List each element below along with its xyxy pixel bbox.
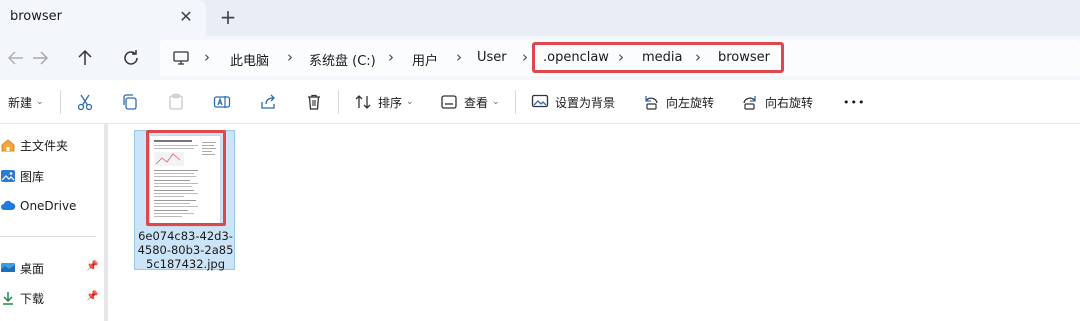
breadcrumb-separator[interactable]: › bbox=[522, 48, 528, 66]
sort-button[interactable]: 排序 ⌄ bbox=[354, 90, 414, 114]
command-bar: 新建 ⌄ 排序 ⌄ 查看 ⌄ 设置为背景 向左旋转 向右旋转 ••• bbox=[0, 80, 1080, 124]
cut-button[interactable] bbox=[76, 90, 94, 114]
sidebar-item-label: 桌面 bbox=[20, 261, 45, 276]
sort-icon bbox=[355, 95, 371, 109]
cloud-icon bbox=[1, 200, 16, 210]
rotate-right-label: 向右旋转 bbox=[765, 95, 814, 110]
rotate-right-button[interactable]: 向右旋转 bbox=[741, 90, 813, 114]
new-label: 新建 bbox=[8, 95, 33, 110]
delete-button[interactable] bbox=[305, 90, 323, 114]
sort-label: 排序 bbox=[378, 95, 403, 110]
sidebar-item-onedrive[interactable]: OneDrive bbox=[0, 195, 76, 217]
view-icon bbox=[441, 95, 457, 109]
rename-icon bbox=[213, 96, 231, 108]
toolbar-divider bbox=[515, 90, 516, 114]
view-button[interactable]: 查看 ⌄ bbox=[440, 90, 500, 114]
rename-button[interactable] bbox=[213, 90, 231, 114]
chevron-down-icon: ⌄ bbox=[36, 97, 44, 107]
breadcrumb-separator[interactable]: › bbox=[388, 48, 394, 66]
sidebar-item-gallery[interactable]: 图库 bbox=[0, 165, 44, 187]
sidebar-item-label: OneDrive bbox=[20, 199, 77, 213]
share-icon bbox=[261, 94, 275, 109]
share-button[interactable] bbox=[259, 90, 277, 114]
arrow-up-icon bbox=[78, 49, 92, 65]
copy-button[interactable] bbox=[121, 90, 139, 114]
navigation-pane: 主文件夹 图库 OneDrive 桌面 📌 下载 📌 bbox=[0, 124, 108, 321]
sidebar-item-home[interactable]: 主文件夹 bbox=[0, 134, 68, 156]
forward-button[interactable] bbox=[28, 46, 52, 70]
up-button[interactable] bbox=[73, 46, 97, 70]
new-button[interactable]: 新建 ⌄ bbox=[8, 90, 44, 114]
more-icon: ••• bbox=[843, 95, 866, 109]
set-background-button[interactable]: 设置为背景 bbox=[531, 90, 615, 114]
arrow-right-icon bbox=[33, 51, 49, 65]
breadcrumb-separator[interactable]: › bbox=[204, 48, 210, 66]
breadcrumb-system-drive[interactable]: 系统盘 (C:) bbox=[309, 50, 376, 69]
new-tab-button[interactable]: + bbox=[218, 5, 238, 29]
toolbar-divider bbox=[60, 90, 61, 114]
sidebar-scrollbar[interactable] bbox=[104, 124, 108, 321]
breadcrumb-this-pc[interactable]: 此电脑 bbox=[230, 50, 269, 69]
wallpaper-icon bbox=[531, 94, 549, 108]
computer-icon bbox=[173, 51, 189, 65]
trash-icon bbox=[308, 94, 320, 110]
chevron-down-icon: ⌄ bbox=[406, 97, 414, 107]
close-tab-icon[interactable]: ✕ bbox=[178, 6, 194, 28]
refresh-icon bbox=[124, 50, 138, 65]
download-icon bbox=[3, 292, 13, 305]
rotate-left-icon bbox=[645, 96, 658, 110]
paste-icon bbox=[169, 93, 183, 110]
pin-icon[interactable]: 📌 bbox=[86, 291, 98, 302]
thumbnail-highlight-annotation bbox=[146, 130, 226, 226]
tab-title: browser bbox=[10, 9, 63, 24]
rotate-left-label: 向左旋转 bbox=[666, 95, 715, 110]
rotate-left-button[interactable]: 向左旋转 bbox=[642, 90, 714, 114]
tab-browser[interactable]: browser ✕ bbox=[0, 0, 206, 36]
home-icon bbox=[1, 139, 15, 152]
back-button[interactable] bbox=[4, 46, 28, 70]
breadcrumb-users[interactable]: 用户 bbox=[412, 50, 438, 69]
breadcrumb-highlight-annotation bbox=[532, 42, 784, 73]
set-background-label: 设置为背景 bbox=[555, 95, 616, 110]
chevron-down-icon: ⌄ bbox=[492, 97, 500, 107]
pin-icon[interactable]: 📌 bbox=[86, 261, 98, 272]
tab-strip: browser ✕ + bbox=[0, 0, 1080, 36]
breadcrumb-separator[interactable]: › bbox=[287, 48, 293, 66]
refresh-button[interactable] bbox=[119, 46, 143, 70]
desktop-icon bbox=[1, 263, 15, 272]
sidebar-item-desktop[interactable]: 桌面 bbox=[0, 257, 44, 279]
toolbar-divider bbox=[338, 90, 339, 114]
sidebar-item-downloads[interactable]: 下载 bbox=[0, 287, 44, 309]
rotate-right-icon bbox=[743, 96, 756, 110]
sidebar-item-label: 图库 bbox=[20, 169, 45, 184]
more-options-button[interactable]: ••• bbox=[843, 90, 865, 114]
breadcrumb-user[interactable]: User bbox=[477, 50, 507, 65]
sidebar-divider bbox=[0, 236, 96, 237]
view-label: 查看 bbox=[464, 95, 489, 110]
copy-icon bbox=[123, 94, 137, 110]
file-list: 6e074c83-42d3-4580-80b3-2a855c187432.jpg bbox=[110, 124, 1080, 321]
sidebar-item-label: 主文件夹 bbox=[20, 138, 69, 153]
sidebar-item-label: 下载 bbox=[20, 291, 45, 306]
arrow-left-icon bbox=[7, 51, 23, 65]
breadcrumb-separator[interactable]: › bbox=[456, 48, 462, 66]
paste-button[interactable] bbox=[167, 90, 185, 114]
file-name: 6e074c83-42d3-4580-80b3-2a855c187432.jpg bbox=[137, 229, 234, 271]
gallery-icon bbox=[1, 170, 15, 182]
scissors-icon bbox=[77, 94, 93, 111]
